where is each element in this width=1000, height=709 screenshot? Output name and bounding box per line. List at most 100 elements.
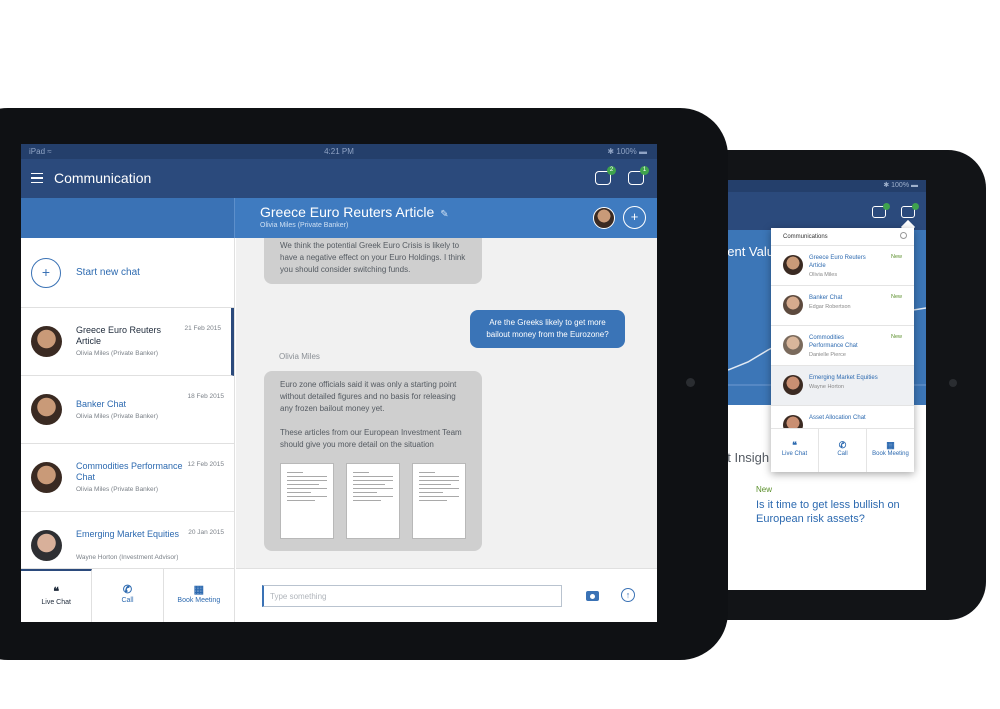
sidebar-action-bar: ❝ Live Chat ✆ Call ▦ Book Meeting: [21, 568, 235, 622]
document-thumbnail[interactable]: [346, 463, 400, 539]
notes-icon[interactable]: 2: [595, 166, 616, 185]
avatar: [31, 462, 62, 493]
conversation-title-text: Greece Euro Reuters Article: [260, 204, 435, 220]
quote-icon: ❝: [53, 586, 60, 598]
message-composer: ↑: [236, 568, 657, 622]
list-item[interactable]: Banker Chat Olivia Miles (Private Banker…: [21, 376, 234, 444]
message-thread: We think the potential Greek Euro Crisis…: [236, 238, 657, 568]
popover-list: Greece Euro Reuters Article Olivia Miles…: [771, 246, 914, 428]
popover-item[interactable]: Asset Allocation Chat: [771, 406, 914, 428]
popover-title-text: Communications: [783, 234, 828, 240]
communications-popover: Communications Greece Euro Reuters Artic…: [771, 228, 914, 472]
phone-icon: ✆: [122, 584, 133, 596]
app-header: Communication 2 1: [21, 159, 657, 198]
chat-item-sub: Olivia Miles (Private Banker): [76, 486, 158, 493]
message-input[interactable]: [262, 585, 562, 607]
marketing-scene: ✱ 100% ▬ nent Valu et Insigh New Is it t…: [0, 0, 1000, 709]
page-title: Communication: [54, 170, 152, 186]
chat-item-sub: Olivia Miles (Private Banker): [76, 350, 158, 357]
popover-call-button[interactable]: ✆ Call: [819, 429, 867, 472]
market-insight-title: et Insigh: [728, 450, 770, 465]
document-thumbnail[interactable]: [280, 463, 334, 539]
add-participant-button[interactable]: +: [623, 206, 646, 229]
new-badge: New: [890, 294, 902, 300]
avatar: [783, 375, 803, 395]
live-chat-label: Live Chat: [41, 599, 71, 606]
message-bubble-incoming: Euro zone officials said it was only a s…: [264, 371, 482, 551]
avatar: [783, 415, 803, 428]
popover-item-sub: Wayne Horton: [809, 384, 844, 390]
chat-item-name: Greece Euro Reuters Article: [76, 325, 162, 346]
chat-item-date: 12 Feb 2015: [187, 461, 224, 468]
avatar: [783, 335, 803, 355]
new-badge: New: [890, 334, 902, 340]
start-new-chat-label: Start new chat: [76, 267, 140, 278]
message-text: Euro zone officials said it was only a s…: [280, 380, 457, 413]
chat-list-sidebar: + Start new chat Greece Euro Reuters Art…: [21, 238, 235, 568]
status-time: 4:21 PM: [324, 147, 354, 156]
attachment-list: [280, 463, 466, 539]
book-meeting-label: Book Meeting: [177, 597, 221, 604]
popover-item-name: Banker Chat: [809, 295, 843, 301]
popover-item[interactable]: Commodities Performance Chat Danielle Pi…: [771, 326, 914, 366]
live-chat-button[interactable]: ❝ Live Chat: [21, 569, 93, 622]
avatar: [31, 530, 62, 561]
back-notes-icon[interactable]: [872, 203, 890, 218]
insight-new-label: New: [756, 485, 773, 494]
insight-question-link[interactable]: Is it time to get less bullish on Europe…: [756, 498, 906, 526]
message-text: These articles from our European Investm…: [280, 428, 462, 449]
avatar: [783, 295, 803, 315]
chat-item-name: Emerging Market Equities: [76, 529, 180, 539]
back-chat-icon[interactable]: [901, 203, 919, 218]
notes-badge: 2: [607, 166, 616, 175]
popover-item-sub: Danielle Pierce: [809, 352, 846, 358]
popover-item-name: Asset Allocation Chat: [809, 415, 866, 421]
pencil-icon[interactable]: ✎: [440, 209, 448, 220]
list-item[interactable]: Greece Euro Reuters Article Olivia Miles…: [21, 308, 234, 376]
sidebar-header: [21, 198, 235, 238]
phone-icon: ✆: [838, 440, 847, 450]
chat-item-sub: Olivia Miles (Private Banker): [76, 413, 158, 420]
chat-icon[interactable]: 1: [628, 166, 649, 185]
popover-item-name: Commodities Performance Chat: [809, 335, 858, 349]
menu-icon[interactable]: [31, 173, 43, 183]
chat-item-name: Banker Chat: [76, 399, 127, 409]
call-label: Call: [121, 597, 134, 604]
back-app-header: [728, 192, 926, 230]
popover-item[interactable]: Greece Euro Reuters Article Olivia Miles…: [771, 246, 914, 286]
status-battery: ✱ 100% ▬: [607, 147, 647, 156]
avatar: [783, 255, 803, 275]
popover-item[interactable]: Banker Chat Edgar Robertson New: [771, 286, 914, 326]
list-item[interactable]: Commodities Performance Chat Olivia Mile…: [21, 444, 234, 512]
camera-icon[interactable]: [586, 591, 599, 601]
document-thumbnail[interactable]: [412, 463, 466, 539]
message-bubble-outgoing: Are the Greeks likely to get more bailou…: [470, 310, 625, 348]
quote-icon: ❝: [792, 440, 797, 450]
message-sender-name: Olivia Miles: [279, 352, 320, 361]
avatar: [31, 394, 62, 425]
conversation-title: Greece Euro Reuters Article ✎: [260, 204, 449, 220]
chat-item-date: 21 Feb 2015: [184, 325, 221, 332]
popover-title: Communications: [771, 228, 914, 246]
chat-item-date: 18 Feb 2015: [187, 393, 224, 400]
popover-item-name: Emerging Market Equities: [809, 375, 878, 381]
calendar-icon: ▦: [886, 440, 895, 450]
plus-icon: +: [31, 258, 61, 288]
avatar: [31, 326, 62, 357]
chat-item-date: 20 Jan 2015: [188, 529, 224, 536]
popover-item[interactable]: Emerging Market Equities Wayne Horton: [771, 366, 914, 406]
popover-item-sub: Olivia Miles: [809, 272, 838, 278]
upload-icon[interactable]: ↑: [621, 588, 635, 602]
message-bubble-incoming: We think the potential Greek Euro Crisis…: [264, 238, 482, 284]
popover-book-meeting-button[interactable]: ▦ Book Meeting: [867, 429, 914, 472]
conversation-subtitle: Olivia Miles (Private Banker): [260, 222, 349, 229]
call-button[interactable]: ✆ Call: [92, 569, 164, 622]
back-status-bar: ✱ 100% ▬: [728, 180, 926, 192]
avatar[interactable]: [593, 207, 615, 229]
book-meeting-button[interactable]: ▦ Book Meeting: [164, 569, 234, 622]
start-new-chat-button[interactable]: + Start new chat: [21, 238, 234, 308]
popover-action-label: Live Chat: [781, 451, 808, 457]
back-notes-badge: [883, 203, 890, 210]
popover-live-chat-button[interactable]: ❝ Live Chat: [771, 429, 819, 472]
gear-icon[interactable]: [900, 232, 907, 239]
